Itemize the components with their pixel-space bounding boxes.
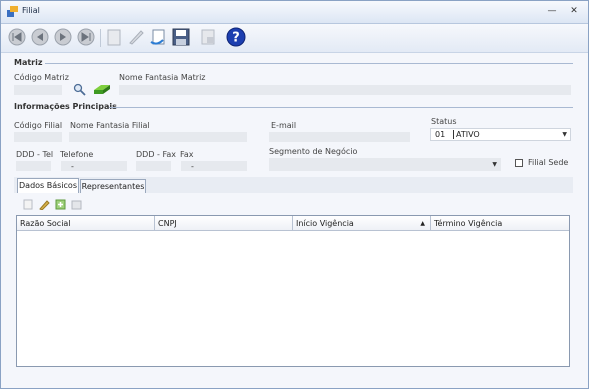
add-row-icon[interactable]	[55, 199, 66, 210]
email-field[interactable]	[269, 132, 410, 142]
column-header-cnpj[interactable]: CNPJ	[155, 216, 293, 231]
filial-window: Filial — ✕ ? Matriz Código Matriz Nome F…	[0, 0, 589, 389]
search-icon[interactable]	[73, 83, 86, 96]
nome-fantasia-filial-label: Nome Fantasia Filial	[70, 121, 150, 130]
telefone-label: Telefone	[60, 150, 94, 159]
codigo-matriz-label: Código Matriz	[14, 73, 69, 82]
chevron-down-icon[interactable]: ▼	[492, 159, 497, 170]
new-icon[interactable]	[104, 27, 124, 47]
lock-icon[interactable]	[198, 27, 218, 47]
column-header-razao-social[interactable]: Razão Social	[17, 216, 155, 231]
close-icon[interactable]: ✕	[567, 5, 581, 18]
status-select[interactable]: 01 ATIVO ▼	[430, 128, 571, 141]
svg-text:?: ?	[232, 31, 240, 46]
play-icon[interactable]	[53, 27, 73, 47]
tab-dados-basicos[interactable]: Dados Básicos	[17, 178, 79, 194]
filial-sede-label: Filial Sede	[528, 158, 569, 167]
minimize-icon[interactable]: —	[545, 5, 559, 18]
window-title: Filial	[22, 6, 40, 15]
telefone-value: -	[71, 162, 74, 171]
nome-fantasia-matriz-field[interactable]	[119, 85, 571, 95]
section-divider	[109, 107, 573, 108]
ddd-fax-label: DDD - Fax	[136, 150, 176, 159]
section-divider	[45, 63, 573, 64]
undo-icon[interactable]	[148, 27, 168, 47]
column-header-inicio-vigencia[interactable]: Início Vigência ▲	[293, 216, 431, 231]
section-title-matriz: Matriz	[14, 58, 43, 67]
toolbar: ?	[1, 24, 588, 53]
segmento-negocio-label: Segmento de Negócio	[269, 147, 358, 156]
toolbar-separator	[100, 29, 101, 47]
filial-sede-checkbox[interactable]	[515, 159, 523, 167]
last-icon[interactable]	[76, 27, 96, 47]
tab-representantes[interactable]: Representantes	[80, 179, 146, 194]
eraser-icon[interactable]	[93, 84, 111, 95]
codigo-matriz-field[interactable]	[14, 85, 62, 95]
chevron-down-icon[interactable]: ▼	[562, 129, 567, 140]
status-code: 01	[435, 130, 446, 139]
new-row-icon[interactable]	[23, 199, 34, 210]
column-header-inicio-vigencia-label: Início Vigência	[296, 219, 354, 228]
ddd-tel-field[interactable]	[16, 161, 51, 171]
previous-icon[interactable]	[30, 27, 50, 47]
email-label: E-mail	[271, 121, 297, 130]
column-header-termino-vigencia[interactable]: Término Vigência	[431, 216, 569, 231]
sort-ascending-icon: ▲	[420, 220, 425, 227]
edit-row-icon[interactable]	[39, 199, 50, 210]
title-bar: Filial — ✕	[1, 1, 588, 24]
ddd-tel-label: DDD - Tel	[16, 150, 54, 159]
telefone-field[interactable]: -	[61, 161, 127, 171]
status-value: ATIVO	[456, 130, 480, 139]
segmento-negocio-select[interactable]: ▼	[269, 158, 501, 171]
nome-fantasia-matriz-label: Nome Fantasia Matriz	[119, 73, 206, 82]
ddd-fax-field[interactable]	[136, 161, 171, 171]
help-icon[interactable]: ?	[226, 27, 246, 47]
delete-row-icon[interactable]	[71, 199, 82, 210]
nome-fantasia-filial-field[interactable]	[69, 132, 247, 142]
status-label: Status	[431, 117, 457, 126]
fax-field[interactable]: -	[181, 161, 247, 171]
status-separator	[453, 130, 454, 139]
fax-value: -	[191, 162, 194, 171]
fax-label: Fax	[180, 150, 194, 159]
edit-icon[interactable]	[126, 27, 146, 47]
save-icon[interactable]	[171, 27, 191, 47]
codigo-filial-label: Código Filial	[14, 121, 63, 130]
first-icon[interactable]	[7, 27, 27, 47]
representantes-grid[interactable]: Razão Social CNPJ Início Vigência ▲ Térm…	[16, 215, 570, 367]
section-title-informacoes: Informações Principais	[14, 102, 117, 111]
app-icon	[7, 6, 18, 17]
codigo-filial-field[interactable]	[14, 132, 62, 142]
